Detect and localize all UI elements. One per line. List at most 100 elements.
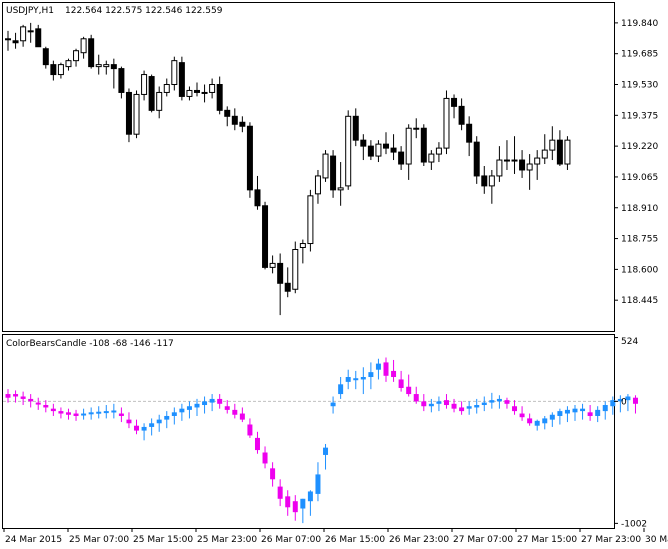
indicator-body	[315, 474, 321, 494]
indicator-body	[73, 413, 79, 416]
indicator-body	[375, 363, 381, 370]
indicator-body	[428, 403, 434, 407]
indicator-body	[496, 398, 502, 402]
candle-body	[458, 105, 465, 125]
candle	[88, 34, 95, 69]
indicator-body	[13, 394, 19, 397]
indicator-body	[580, 408, 586, 412]
indicator-body	[557, 411, 563, 416]
indicator-body	[149, 423, 155, 427]
candle	[420, 124, 427, 167]
time-tick-label: 26 Mar 15:00	[325, 535, 385, 545]
candle-body	[186, 89, 193, 97]
candle-body	[73, 50, 80, 62]
candle	[307, 189, 314, 252]
indicator-body	[421, 401, 427, 407]
indicator-body	[527, 418, 533, 424]
indicator-body	[345, 377, 351, 382]
candle	[246, 122, 253, 198]
indicator-body	[50, 408, 56, 412]
indicator-body	[134, 425, 140, 431]
candle-body	[118, 68, 125, 93]
indicator-body	[451, 403, 457, 409]
time-tick-label: 25 Mar 07:00	[69, 535, 129, 545]
indicator-body	[103, 411, 109, 414]
candle-body	[5, 38, 11, 41]
price-tick-label: 119.530	[621, 81, 658, 91]
candle-body	[80, 38, 87, 54]
indicator-body	[436, 401, 442, 404]
indicator-body	[35, 402, 41, 405]
indicator-body	[247, 424, 253, 436]
indicator-body	[391, 370, 397, 378]
candle-body	[443, 97, 450, 149]
candle-body	[503, 159, 510, 162]
candle-body	[201, 91, 208, 94]
candle-body	[337, 187, 344, 191]
candle-body	[178, 62, 185, 97]
price-tick-label: 119.375	[621, 111, 658, 121]
indicator-tick-label: 0	[621, 397, 627, 407]
indicator-tick-label: -1002	[621, 519, 647, 529]
indicator-body	[262, 452, 268, 464]
indicator-body	[5, 394, 11, 398]
candle-body	[375, 143, 382, 157]
candle-body	[473, 141, 480, 177]
indicator-body	[632, 397, 638, 404]
indicator-body	[126, 419, 132, 424]
indicator-body	[292, 501, 298, 513]
indicator-body	[368, 372, 374, 378]
candle-body	[110, 64, 117, 70]
candle	[178, 56, 185, 101]
candle-body	[246, 125, 253, 191]
indicator-body	[194, 403, 200, 408]
candle-body	[95, 64, 102, 68]
indicator-body	[360, 377, 366, 380]
candle-body	[398, 151, 405, 165]
indicator-body	[300, 498, 306, 509]
candle-body	[231, 115, 238, 125]
candle	[443, 90, 450, 155]
indicator-body	[217, 398, 223, 404]
candle-body	[360, 139, 367, 147]
price-tick-label: 118.600	[621, 265, 658, 275]
candle-body	[307, 195, 314, 245]
candle-body	[224, 109, 231, 117]
candle-body	[277, 262, 284, 284]
candle-body	[451, 97, 458, 107]
candle-body	[254, 189, 261, 207]
candle-body	[171, 60, 178, 86]
candle	[133, 90, 140, 139]
candle-body	[42, 48, 49, 66]
indicator-body	[81, 413, 87, 416]
candle-body	[194, 89, 200, 93]
indicator-body	[474, 405, 480, 408]
indicator-body	[65, 412, 71, 415]
indicator-body	[254, 437, 260, 451]
indicator-body	[602, 405, 608, 412]
candle-body	[541, 149, 548, 159]
indicator-body	[156, 419, 162, 424]
candle-body	[299, 243, 306, 249]
indicator-body	[209, 398, 215, 403]
candle	[292, 241, 299, 294]
indicator-body	[171, 412, 177, 416]
price-axis: 119.840 119.685 119.530 119.375 119.220 119.0…	[614, 19, 658, 306]
candle-body	[125, 91, 132, 135]
candle-body	[534, 157, 541, 165]
candle-body	[352, 115, 359, 141]
indicator-body	[398, 379, 404, 388]
indicator-body	[338, 384, 344, 395]
time-tick-label: 26 Mar 23:00	[389, 535, 449, 545]
candle-body	[12, 40, 19, 44]
indicator-body	[202, 401, 208, 406]
candle-body	[209, 84, 216, 93]
ohlc-label: 122.564 122.575 122.546 122.559	[65, 6, 223, 16]
time-tick-label: 27 Mar 23:00	[581, 535, 641, 545]
indicator-body	[413, 394, 419, 402]
indicator-body	[186, 406, 192, 410]
candle-body	[413, 127, 420, 130]
candle-body	[141, 74, 148, 95]
candle-body	[133, 93, 140, 135]
candle-body	[103, 64, 110, 68]
